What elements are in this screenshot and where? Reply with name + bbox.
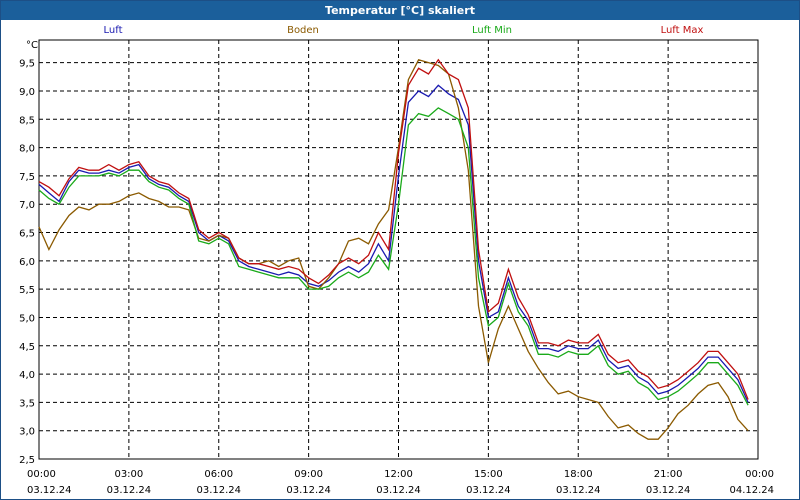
series-line-boden [38,59,749,440]
x-tick-time-label: 03:00 [114,469,143,480]
y-tick-label: 8,0 [19,144,35,155]
y-tick-label: 3,5 [19,398,35,409]
y-tick-label: 3,0 [19,427,35,438]
series-line-luft-min [38,107,749,406]
x-tick-time-label: 15:00 [474,469,503,480]
y-tick-label: 5,0 [19,313,35,324]
y-tick-label: 7,0 [19,200,35,211]
x-tick-date-label: 03.12.24 [196,485,241,496]
legend: Luft Boden Luft Min Luft Max [104,25,704,36]
series-lines [38,58,749,440]
x-tick-time-label: 21:00 [654,469,683,480]
x-tick-time-label: 06:00 [204,469,233,480]
y-tick-label: 9,0 [19,87,35,98]
x-tick-time-label: 09:00 [294,469,323,480]
legend-entry: Luft Max [661,25,704,36]
y-tick-label: 2,5 [19,455,35,466]
x-tick-date-label: 03.12.24 [27,485,72,496]
y-axis-unit-label: °C [26,40,38,51]
x-tick-time-label: 12:00 [384,469,413,480]
x-tick-time-label: 18:00 [564,469,593,480]
x-tick-date-label: 04.12.24 [729,485,774,496]
legend-entry: Boden [287,25,319,36]
x-axis-ticks: 00:00 03.12.24 03:00 03.12.24 06:00 03.12.24 0… [27,469,774,496]
y-tick-label: 4,5 [19,342,35,353]
x-tick-date-label: 03.12.24 [556,485,601,496]
x-tick-date-label: 03.12.24 [646,485,691,496]
plot-area-frame [38,39,759,460]
x-tick-time-label: 00:00 [745,469,774,480]
grid-lines [38,40,759,460]
y-tick-label: 7,5 [19,172,35,183]
y-tick-label: 9,5 [19,59,35,70]
y-axis-ticks: 2,5 3,0 3,5 4,0 4,5 5,0 5,5 6,0 6,5 7,0 7,5 8,0 8,5 9… [19,59,35,466]
x-tick-date-label: 03.12.24 [376,485,421,496]
y-tick-label: 6,5 [19,229,35,240]
y-tick-label: 6,0 [19,257,35,268]
x-tick-date-label: 03.12.24 [466,485,511,496]
temperature-chart: °C 2,5 3,0 3,5 4,0 4,5 5,0 5,5 6,0 6,5 7,0 7,5 8,0 8… [19,25,774,496]
legend-entry: Luft [104,25,123,36]
x-tick-time-label: 00:00 [27,469,56,480]
legend-entry: Luft Min [472,25,512,36]
y-tick-label: 8,5 [19,115,35,126]
y-tick-label: 5,5 [19,285,35,296]
series-line-luft [38,84,749,403]
x-tick-date-label: 03.12.24 [107,485,152,496]
series-line-luft-max [38,58,749,400]
x-tick-date-label: 03.12.24 [286,485,331,496]
y-tick-label: 4,0 [19,370,35,381]
